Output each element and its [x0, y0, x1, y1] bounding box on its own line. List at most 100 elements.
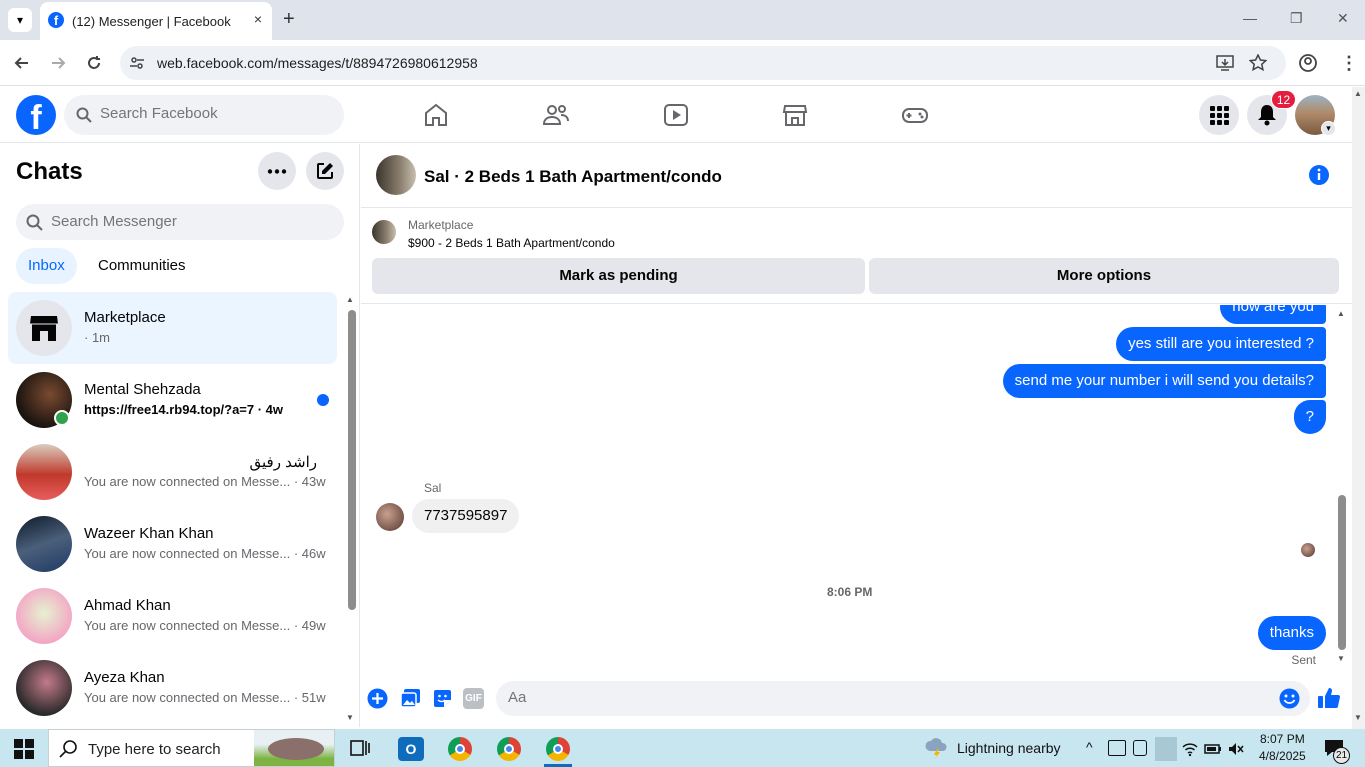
tab-inbox[interactable]: Inbox: [16, 248, 77, 284]
facebook-favicon-icon: f: [48, 12, 64, 28]
tray-app-icon[interactable]: [1108, 740, 1126, 756]
new-message-button[interactable]: [306, 152, 344, 190]
chat-item-ayeza-khan[interactable]: Ayeza Khan You are now connected on Mess…: [8, 652, 337, 724]
account-chevron-icon[interactable]: ▾: [1321, 121, 1336, 136]
message-bubble-outgoing[interactable]: thanks: [1257, 616, 1326, 650]
menu-grid-button[interactable]: [1199, 95, 1239, 135]
grid-icon: [1210, 106, 1229, 125]
taskbar-clock[interactable]: 8:07 PM 4/8/2025: [1259, 732, 1306, 763]
contact-avatar: [16, 588, 72, 644]
taskbar-search-placeholder: Type here to search: [88, 741, 221, 758]
chat-item-rashid-rafiq[interactable]: راشد رفیق You are now connected on Messe…: [8, 436, 337, 508]
contact-avatar: [16, 444, 72, 500]
chat-item-ahmad-khan[interactable]: Ahmad Khan You are now connected on Mess…: [8, 580, 337, 652]
emoji-icon[interactable]: [1279, 688, 1300, 709]
home-icon[interactable]: [421, 100, 451, 130]
message-bubble-outgoing[interactable]: yes still are you interested ?: [1116, 327, 1326, 361]
taskbar-search-box[interactable]: Type here to search: [48, 729, 335, 767]
chat-preview: You are now connected on Messe... · 49w: [84, 618, 326, 633]
hippo-illustration: [268, 738, 324, 760]
facebook-search-box[interactable]: [64, 95, 344, 135]
page-scrollbar-track[interactable]: [1352, 87, 1365, 729]
tab-close-icon[interactable]: ×: [254, 11, 262, 27]
page-scroll-down-icon[interactable]: ▼: [1354, 713, 1362, 722]
listing-thumbnail[interactable]: [372, 220, 396, 244]
mark-as-pending-button[interactable]: Mark as pending: [372, 258, 865, 294]
chat-item-wazeer-khan[interactable]: Wazeer Khan Khan You are now connected o…: [8, 508, 337, 580]
watch-video-icon[interactable]: [661, 100, 691, 130]
tray-meet-icon[interactable]: [1133, 740, 1147, 756]
restore-icon[interactable]: ❐: [1290, 10, 1303, 27]
thread-scroll-down-icon[interactable]: ▼: [1337, 654, 1345, 663]
message-bubble-outgoing[interactable]: ?: [1293, 400, 1326, 434]
volume-muted-icon[interactable]: [1228, 741, 1244, 757]
gaming-icon[interactable]: [900, 100, 930, 130]
tab-search-dropdown-icon[interactable]: ▾: [8, 8, 32, 32]
sender-avatar[interactable]: [376, 503, 404, 531]
weather-storm-icon[interactable]: [924, 737, 950, 759]
show-hidden-icons-icon[interactable]: ^: [1086, 739, 1093, 755]
sidebar-scroll-down-icon[interactable]: ▼: [346, 713, 354, 722]
facebook-search-input[interactable]: [100, 105, 330, 122]
more-actions-plus-icon[interactable]: [367, 688, 388, 709]
conversation-info-icon[interactable]: [1308, 164, 1330, 186]
messenger-search-input[interactable]: [51, 213, 331, 230]
tab-communities[interactable]: Communities: [86, 248, 198, 284]
more-options-button[interactable]: More options: [869, 258, 1339, 294]
chat-name: Marketplace: [84, 309, 166, 326]
chrome-active-app-icon[interactable]: [546, 737, 570, 761]
message-bubble-outgoing[interactable]: how are you: [1220, 305, 1326, 324]
chat-name: Wazeer Khan Khan: [84, 525, 214, 542]
like-thumbs-up-icon[interactable]: [1317, 686, 1341, 710]
time-divider: 8:06 PM: [827, 585, 873, 599]
site-info-icon[interactable]: [128, 54, 146, 72]
back-icon[interactable]: [13, 54, 31, 72]
message-composer[interactable]: [496, 681, 1310, 716]
friends-icon[interactable]: [541, 100, 571, 130]
thread-scroll-up-icon[interactable]: ▲: [1337, 309, 1345, 318]
sidebar-scrollbar[interactable]: [348, 310, 356, 610]
page-scroll-up-icon[interactable]: ▲: [1354, 89, 1362, 98]
bookmark-star-icon[interactable]: [1249, 54, 1267, 72]
outlook-app-icon[interactable]: O: [398, 737, 424, 761]
message-bubble-outgoing[interactable]: send me your number i will send you deta…: [1002, 364, 1326, 398]
new-tab-icon[interactable]: +: [283, 8, 295, 31]
install-app-icon[interactable]: [1216, 54, 1234, 72]
task-view-icon[interactable]: [348, 737, 372, 761]
chat-preview: You are now connected on Messe... · 43w: [84, 474, 326, 489]
sidebar-scroll-up-icon[interactable]: ▲: [346, 295, 354, 304]
forward-icon[interactable]: [49, 54, 67, 72]
gif-button[interactable]: GIF: [463, 688, 484, 709]
chrome-profile-app-icon[interactable]: [497, 737, 521, 761]
window-close-icon[interactable]: ✕: [1337, 10, 1349, 27]
conversation-avatar[interactable]: [376, 155, 416, 195]
unread-dot: [317, 394, 329, 406]
browser-menu-icon[interactable]: ⋮: [1340, 53, 1358, 74]
chrome-app-icon[interactable]: [448, 737, 472, 761]
wifi-icon[interactable]: [1182, 741, 1198, 757]
battery-icon[interactable]: [1204, 741, 1222, 757]
sticker-icon[interactable]: [432, 688, 453, 709]
chat-item-mental-shehzada[interactable]: Mental Shehzada https://free14.rb94.top/…: [8, 364, 337, 436]
browser-tab[interactable]: f (12) Messenger | Facebook ×: [40, 2, 272, 40]
chat-options-button[interactable]: [258, 152, 296, 190]
reload-icon[interactable]: [85, 54, 103, 72]
tray-pen-icon[interactable]: [1155, 737, 1177, 761]
attach-photo-icon[interactable]: [400, 688, 421, 709]
messenger-search-box[interactable]: [16, 204, 344, 240]
url-text[interactable]: web.facebook.com/messages/t/889472698061…: [157, 55, 478, 71]
conversation-title[interactable]: Sal · 2 Beds 1 Bath Apartment/condo: [424, 167, 722, 187]
thread-scrollbar[interactable]: [1338, 495, 1346, 650]
message-input[interactable]: [508, 689, 1248, 706]
weather-text[interactable]: Lightning nearby: [957, 740, 1061, 756]
profile-icon[interactable]: [1298, 53, 1318, 73]
facebook-logo-icon[interactable]: f: [16, 95, 56, 135]
listing-title[interactable]: $900 - 2 Beds 1 Bath Apartment/condo: [408, 236, 615, 250]
message-bubble-incoming[interactable]: 7737595897: [412, 499, 520, 533]
contact-avatar: [16, 660, 72, 716]
chat-item-marketplace[interactable]: Marketplace · 1m: [8, 292, 337, 364]
minimize-icon[interactable]: —: [1243, 10, 1257, 26]
marketplace-icon[interactable]: [780, 100, 810, 130]
windows-start-icon[interactable]: [14, 739, 34, 759]
chat-name: Ahmad Khan: [84, 597, 171, 614]
